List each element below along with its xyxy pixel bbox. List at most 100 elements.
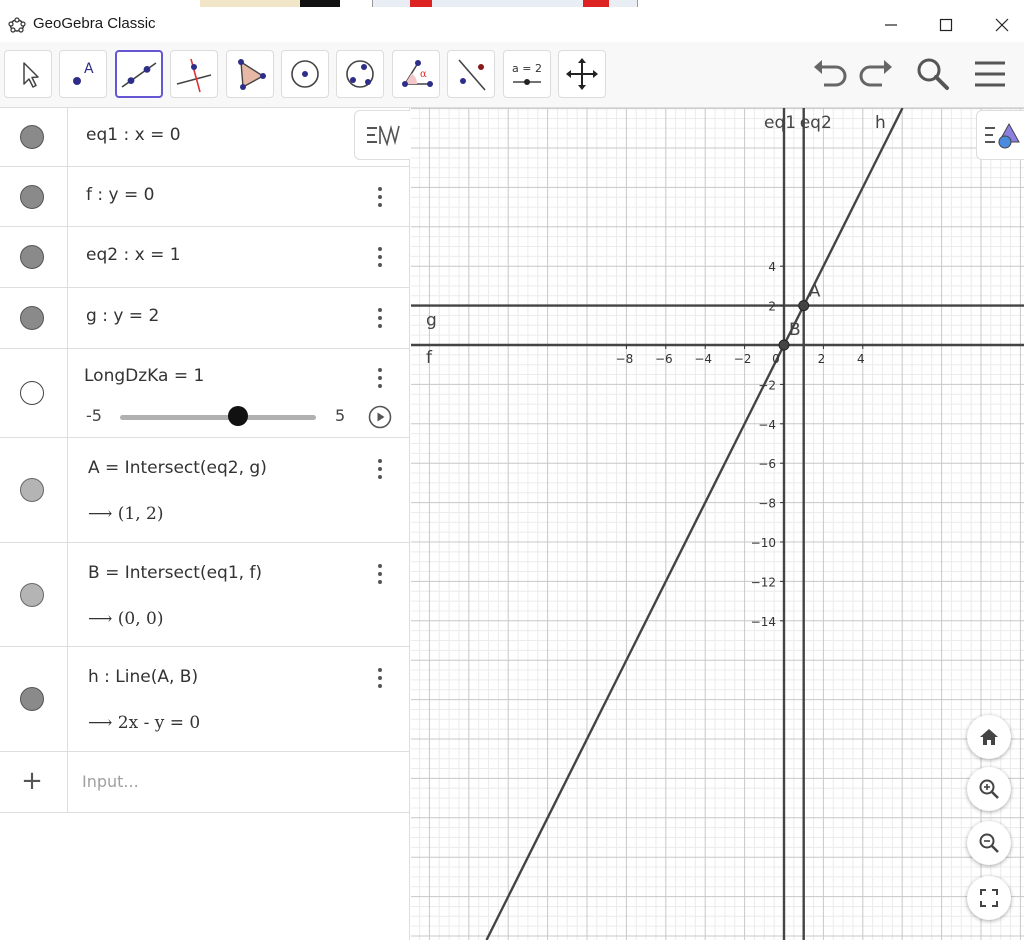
algebra-row-h[interactable]: h : Line(A, B) ⟶ 2x - y = 0 xyxy=(0,647,410,752)
maximize-icon xyxy=(939,18,953,31)
algebra-output: ⟶ (0, 0) xyxy=(88,609,164,629)
tool-reflect[interactable] xyxy=(447,50,495,98)
x-tick-label: 4 xyxy=(857,352,865,366)
tool-slider[interactable]: a = 2 xyxy=(503,50,551,98)
algebra-output: ⟶ 2x - y = 0 xyxy=(88,713,201,733)
minimize-button[interactable] xyxy=(863,7,919,42)
more-options-button[interactable] xyxy=(372,244,388,270)
algebra-expression[interactable]: f : y = 0 xyxy=(86,185,154,205)
slider-expression[interactable]: LongDzKa = 1 xyxy=(84,366,204,386)
visibility-toggle[interactable] xyxy=(20,687,44,711)
label-h: h xyxy=(875,113,886,133)
label-A: A xyxy=(809,282,821,302)
graphics-view[interactable]: −8 −6 −4 −2 0 2 4 4 2 −2 −4 −6 −8 −10 −12 −14 eq1 eq2 h g f… xyxy=(411,108,1024,940)
visibility-toggle[interactable] xyxy=(20,185,44,209)
algebra-input-field[interactable] xyxy=(82,772,382,791)
undo-button[interactable] xyxy=(808,52,852,96)
tool-move-graphics[interactable] xyxy=(558,50,606,98)
line-through-two-points-icon xyxy=(121,62,157,88)
y-tick-label: −4 xyxy=(758,418,776,432)
tool-circle[interactable] xyxy=(281,50,329,98)
visibility-toggle[interactable] xyxy=(20,583,44,607)
close-button[interactable] xyxy=(974,7,1024,42)
algebra-expression[interactable]: B = Intersect(eq1, f) xyxy=(88,563,262,583)
minor-grid xyxy=(411,108,1024,940)
more-options-button[interactable] xyxy=(372,365,388,391)
search-icon xyxy=(917,58,949,90)
algebra-output: ⟶ (1, 2) xyxy=(88,504,164,524)
fullscreen-button[interactable] xyxy=(967,876,1011,920)
point-icon: A xyxy=(73,61,94,85)
visibility-toggle[interactable] xyxy=(20,381,44,405)
tool-angle[interactable]: α xyxy=(392,50,440,98)
reflect-icon xyxy=(458,59,486,91)
title-bar: GeoGebra Classic xyxy=(0,7,1024,42)
play-animation-icon[interactable] xyxy=(368,405,392,429)
marble-column xyxy=(0,438,68,542)
slider-handle[interactable] xyxy=(227,406,248,426)
algebra-row-eq2[interactable]: eq2 : x = 1 xyxy=(0,227,410,288)
y-tick-label: −10 xyxy=(751,536,776,550)
algebra-row-B[interactable]: B = Intersect(eq1, f) ⟶ (0, 0) xyxy=(0,543,410,647)
search-button[interactable] xyxy=(910,52,954,96)
tool-line[interactable] xyxy=(115,50,163,98)
algebra-expression[interactable]: eq1 : x = 0 xyxy=(86,125,181,145)
point-B xyxy=(778,339,790,351)
redo-button[interactable] xyxy=(854,52,898,96)
algebra-row-slider[interactable]: LongDzKa = 1 xyxy=(0,349,410,438)
algebra-row-eq1[interactable]: eq1 : x = 0 xyxy=(0,108,410,167)
algebra-row-f[interactable]: f : y = 0 xyxy=(0,167,410,227)
more-options-button[interactable] xyxy=(372,456,388,482)
x-tick-label: −8 xyxy=(616,352,634,366)
marble-column xyxy=(0,108,68,166)
toolbar: A α a = 2 xyxy=(0,42,1024,108)
x-tick-label: −6 xyxy=(655,352,673,366)
marble-column xyxy=(0,647,68,751)
algebra-style-bar-button[interactable] xyxy=(354,110,410,160)
algebra-row-A[interactable]: A = Intersect(eq2, g) ⟶ (1, 2) xyxy=(0,438,410,543)
label-f: f xyxy=(426,348,433,368)
zoom-out-button[interactable] xyxy=(967,821,1011,865)
marble-column xyxy=(0,227,68,287)
tool-point[interactable]: A xyxy=(59,50,107,98)
more-options-button[interactable] xyxy=(372,561,388,587)
tool-polygon[interactable] xyxy=(226,50,274,98)
more-options-button[interactable] xyxy=(372,665,388,691)
main-menu-button[interactable] xyxy=(968,52,1012,96)
slider-tool-label: a = 2 xyxy=(512,62,542,75)
algebra-expression[interactable]: h : Line(A, B) xyxy=(88,667,198,687)
line-h xyxy=(485,108,904,940)
tool-move[interactable] xyxy=(4,50,52,98)
algebra-row-g[interactable]: g : y = 2 xyxy=(0,288,410,349)
visibility-toggle[interactable] xyxy=(20,478,44,502)
maximize-button[interactable] xyxy=(918,7,974,42)
visibility-toggle[interactable] xyxy=(20,245,44,269)
graphics-style-bar-button[interactable] xyxy=(976,110,1024,160)
zoom-in-icon xyxy=(979,779,999,799)
algebra-expression[interactable]: eq2 : x = 1 xyxy=(86,245,181,265)
algebra-expression[interactable]: g : y = 2 xyxy=(86,306,159,326)
graphics-canvas[interactable]: −8 −6 −4 −2 0 2 4 4 2 −2 −4 −6 −8 −10 −12 −14 eq1 eq2 h gf… xyxy=(411,108,1024,940)
visibility-toggle[interactable] xyxy=(20,306,44,330)
add-icon[interactable]: + xyxy=(20,768,44,794)
point-A xyxy=(798,300,810,312)
y-tick-label: 4 xyxy=(768,260,776,274)
standard-view-button[interactable] xyxy=(967,715,1011,759)
undo-icon xyxy=(814,60,847,87)
x-tick-label: −2 xyxy=(734,352,752,366)
y-tick-label: −12 xyxy=(751,575,776,589)
more-options-button[interactable] xyxy=(372,305,388,331)
move-arrow-icon xyxy=(23,62,39,88)
algebra-expression[interactable]: A = Intersect(eq2, g) xyxy=(88,458,267,478)
tool-perpendicular-line[interactable] xyxy=(170,50,218,98)
y-tick-label: 2 xyxy=(768,300,776,314)
more-options-button[interactable] xyxy=(372,184,388,210)
slider-track[interactable] xyxy=(120,415,316,420)
tool-circle-three-points[interactable] xyxy=(336,50,384,98)
marble-column xyxy=(0,543,68,646)
visibility-toggle[interactable] xyxy=(20,125,44,149)
fullscreen-icon xyxy=(980,889,998,907)
zoom-in-button[interactable] xyxy=(967,767,1011,811)
redo-icon xyxy=(859,60,892,87)
label-eq1: eq1 xyxy=(764,113,796,133)
